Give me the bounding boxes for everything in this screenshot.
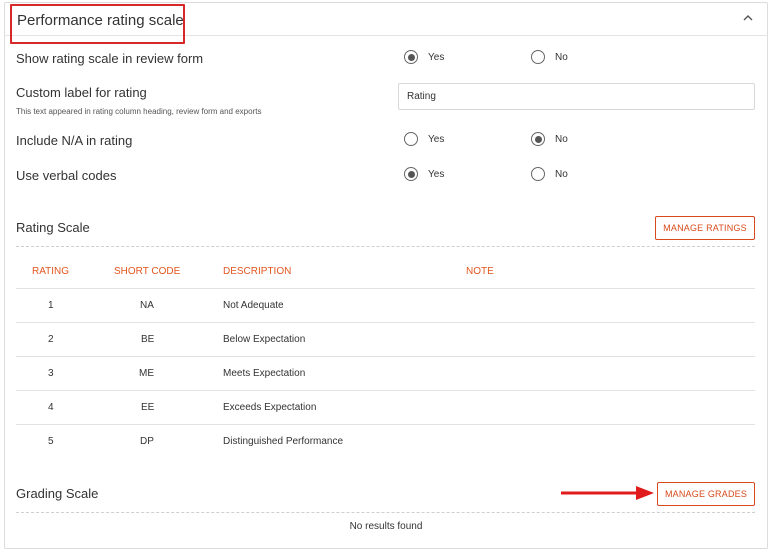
rating-scale-divider <box>16 246 755 247</box>
table-cell-code: BE <box>141 334 155 345</box>
chevron-up-icon[interactable] <box>741 11 755 25</box>
custom-label-help: This text appeared in rating column head… <box>16 107 262 116</box>
radio-circle <box>531 167 545 181</box>
radio-circle <box>404 132 418 146</box>
table-cell-code: EE <box>141 402 155 413</box>
show-rating-scale-no-radio[interactable]: No <box>531 50 568 64</box>
table-cell-rating: 5 <box>48 436 54 447</box>
table-row-divider <box>16 322 755 323</box>
manage-ratings-button[interactable]: MANAGE RATINGS <box>655 216 755 240</box>
table-row-divider <box>16 356 755 357</box>
table-cell-description: Meets Expectation <box>223 368 306 379</box>
radio-circle <box>531 132 545 146</box>
table-cell-rating: 4 <box>48 402 54 413</box>
radio-circle <box>531 50 545 64</box>
verbal-codes-no-radio[interactable]: No <box>531 167 568 181</box>
radio-label: No <box>555 133 568 145</box>
column-header-short-code[interactable]: SHORT CODE <box>114 266 180 277</box>
table-cell-code: DP <box>140 436 154 447</box>
grading-scale-divider <box>16 512 755 513</box>
arrow-right-icon <box>561 486 654 500</box>
show-rating-scale-label: Show rating scale in review form <box>16 51 204 66</box>
table-cell-description: Exceeds Expectation <box>223 402 317 413</box>
show-rating-scale-yes-radio[interactable]: Yes <box>404 50 444 64</box>
radio-label: No <box>555 168 568 180</box>
column-header-note[interactable]: NOTE <box>466 266 494 277</box>
table-cell-description: Distinguished Performance <box>223 436 344 447</box>
page-title: Performance rating scale <box>17 12 184 29</box>
table-cell-rating: 1 <box>48 300 54 311</box>
radio-circle <box>404 50 418 64</box>
table-cell-code: NA <box>140 300 154 311</box>
grading-scale-title: Grading Scale <box>16 486 99 501</box>
custom-label-label: Custom label for rating <box>16 85 147 100</box>
verbal-codes-label: Use verbal codes <box>16 168 117 183</box>
include-na-label: Include N/A in rating <box>16 133 133 148</box>
custom-label-input[interactable]: Rating <box>398 83 755 110</box>
table-cell-code: ME <box>139 368 154 379</box>
include-na-no-radio[interactable]: No <box>531 132 568 146</box>
radio-label: No <box>555 51 568 63</box>
radio-label: Yes <box>428 168 445 180</box>
column-header-description[interactable]: DESCRIPTION <box>223 266 291 277</box>
table-row-divider <box>16 390 755 391</box>
rating-scale-title: Rating Scale <box>16 220 90 235</box>
radio-label: Yes <box>428 133 445 145</box>
table-row-divider <box>16 424 755 425</box>
include-na-yes-radio[interactable]: Yes <box>404 132 444 146</box>
table-cell-rating: 3 <box>48 368 54 379</box>
table-cell-description: Not Adequate <box>223 300 284 311</box>
manage-grades-button[interactable]: MANAGE GRADES <box>657 482 755 506</box>
table-header-divider <box>16 288 755 289</box>
empty-state-text: No results found <box>349 521 423 532</box>
radio-circle <box>404 167 418 181</box>
table-cell-rating: 2 <box>48 334 54 345</box>
table-cell-description: Below Expectation <box>223 334 306 345</box>
verbal-codes-yes-radio[interactable]: Yes <box>404 167 444 181</box>
column-header-rating[interactable]: RATING <box>32 266 69 277</box>
radio-label: Yes <box>428 51 445 63</box>
